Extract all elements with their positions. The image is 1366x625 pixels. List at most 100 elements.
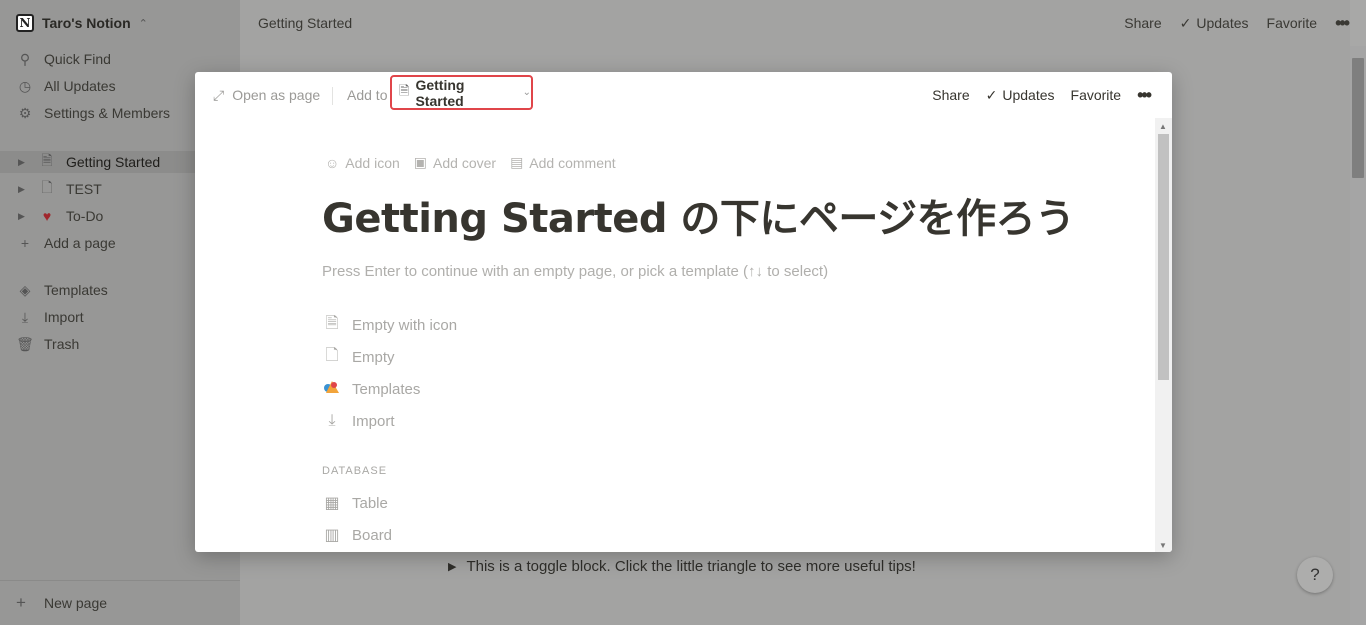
sidebar-item-all-updates[interactable]: ◷ All Updates: [16, 75, 116, 97]
toggle-block[interactable]: ▶ This is a toggle block. Click the litt…: [448, 558, 916, 575]
check-icon: ✓: [985, 86, 998, 103]
expand-triangle-icon[interactable]: ▶: [18, 157, 32, 168]
option-label: Empty: [352, 348, 395, 366]
more-icon[interactable]: •••: [1335, 13, 1350, 34]
toggle-text: This is a toggle block. Click the little…: [466, 558, 916, 575]
sidebar-item-quick-find[interactable]: ⚲ Quick Find: [16, 48, 111, 70]
option-import[interactable]: ⤓ Import: [322, 409, 395, 433]
help-button[interactable]: ?: [1297, 557, 1333, 593]
topbar-actions: Share ✓ Updates Favorite •••: [1124, 12, 1350, 34]
option-label: Templates: [352, 380, 421, 398]
sidebar-page-test[interactable]: ▶ 🗋 TEST: [18, 178, 102, 200]
scrollbar-thumb[interactable]: [1158, 134, 1169, 380]
page-meta-actions: ☺ Add icon ▣ Add cover ▤ Add comment: [325, 154, 616, 171]
clock-icon: ◷: [18, 77, 32, 94]
open-as-page-button[interactable]: ⤢ Open as page: [213, 84, 320, 106]
sidebar-page-todo[interactable]: ▶ ♥ To-Do: [18, 205, 103, 227]
sidebar-item-label: Add a page: [44, 235, 116, 251]
search-icon: ⚲: [19, 50, 31, 67]
add-icon-label: Add icon: [345, 154, 400, 171]
sidebar-item-label: All Updates: [44, 78, 116, 94]
template-hint: Press Enter to continue with an empty pa…: [322, 263, 829, 280]
scroll-up-icon[interactable]: ▲: [1159, 122, 1167, 131]
document-icon: 🗎: [41, 152, 53, 168]
option-label: Board: [352, 526, 393, 544]
notion-logo-icon: N: [16, 14, 34, 32]
modal-actions: Share ✓ Updates Favorite •••: [932, 84, 1152, 106]
modal-scrollbar[interactable]: ▲ ▼: [1155, 118, 1172, 552]
expand-triangle-icon[interactable]: ▶: [18, 184, 32, 195]
sidebar-item-templates[interactable]: ◈ Templates: [16, 279, 108, 301]
comment-icon: ▤: [510, 154, 524, 170]
option-table[interactable]: ▦ Table: [322, 491, 388, 515]
expand-triangle-icon[interactable]: ▶: [18, 211, 32, 222]
document-icon: 🗎: [399, 82, 410, 98]
modal-favorite-button[interactable]: Favorite: [1071, 87, 1122, 103]
updates-button[interactable]: ✓ Updates: [1180, 15, 1249, 32]
sidebar-item-label: Import: [44, 309, 84, 325]
option-templates[interactable]: Templates: [322, 377, 420, 401]
add-comment-label: Add comment: [529, 154, 616, 171]
breadcrumb[interactable]: Getting Started: [258, 12, 352, 34]
new-page-label: New page: [44, 595, 108, 611]
sidebar-item-label: Getting Started: [66, 154, 161, 170]
modal-body: ☺ Add icon ▣ Add cover ▤ Add comment Get…: [195, 118, 1155, 552]
more-icon[interactable]: •••: [1137, 85, 1152, 106]
modal-updates-button[interactable]: ✓ Updates: [986, 87, 1055, 104]
add-comment-button[interactable]: ▤ Add comment: [510, 154, 616, 171]
add-page-button[interactable]: + Add a page: [16, 232, 116, 254]
favorite-button[interactable]: Favorite: [1267, 15, 1318, 31]
add-icon-button[interactable]: ☺ Add icon: [325, 154, 400, 171]
document-icon: 🗎: [325, 314, 339, 332]
sidebar-item-label: Trash: [44, 336, 80, 352]
expand-arrows-icon: ⤢: [213, 86, 225, 103]
page-scrollbar[interactable]: [1350, 46, 1366, 625]
download-icon: ⤓: [21, 308, 29, 325]
sidebar-item-settings[interactable]: ⚙ Settings & Members: [16, 102, 170, 124]
open-as-page-label: Open as page: [232, 87, 321, 103]
ribbon-icon: ♥: [42, 208, 52, 224]
sidebar-item-label: Settings & Members: [44, 105, 171, 121]
scrollbar-thumb[interactable]: [1352, 58, 1364, 178]
templates-icon: [322, 380, 342, 399]
page-icon: 🗋: [325, 346, 339, 364]
plus-icon: +: [16, 593, 26, 612]
sidebar-item-trash[interactable]: 🗑 Trash: [16, 333, 79, 355]
page-icon: 🗋: [41, 179, 53, 195]
new-page-modal: ⤢ Open as page Add to 🗎 Getting Started …: [195, 72, 1172, 552]
templates-icon: ◈: [19, 281, 31, 298]
plus-icon: +: [20, 235, 30, 251]
toggle-triangle-icon[interactable]: ▶: [448, 560, 456, 573]
add-cover-button[interactable]: ▣ Add cover: [414, 154, 496, 171]
option-empty-with-icon[interactable]: 🗎 Empty with icon: [322, 313, 457, 337]
templates-shape: [324, 380, 339, 393]
divider: [332, 87, 333, 105]
page-title[interactable]: Getting Started の下にページを作ろう: [322, 186, 1075, 244]
trash-icon: 🗑: [16, 335, 34, 352]
option-board[interactable]: ▥ Board: [322, 523, 392, 547]
target-page-label: Getting Started: [415, 76, 465, 109]
breadcrumb-item[interactable]: Getting Started: [258, 15, 352, 31]
modal-header: ⤢ Open as page Add to 🗎 Getting Started …: [195, 72, 1172, 118]
option-label: Empty with icon: [352, 316, 458, 334]
new-page-button[interactable]: + New page: [0, 580, 240, 625]
database-section-label: DATABASE: [322, 465, 388, 477]
sidebar-item-import[interactable]: ⤓ Import: [16, 306, 84, 328]
scroll-down-icon[interactable]: ▼: [1159, 541, 1167, 550]
workspace-name: Taro's Notion: [42, 15, 131, 31]
option-label: Import: [352, 412, 395, 430]
option-empty[interactable]: 🗋 Empty: [322, 345, 395, 369]
option-label: Table: [352, 494, 388, 512]
workspace-switcher[interactable]: N Taro's Notion ⌃: [16, 12, 148, 34]
image-icon: ▣: [413, 154, 428, 170]
chevron-updown-icon: ⌃: [138, 17, 148, 30]
modal-share-button[interactable]: Share: [932, 87, 969, 103]
target-page-selector[interactable]: 🗎 Getting Started ⌄: [390, 75, 533, 110]
sidebar-item-label: Templates: [44, 282, 108, 298]
add-cover-label: Add cover: [433, 154, 497, 171]
add-to-label: Add to: [347, 87, 388, 103]
board-icon: ▥: [324, 527, 340, 544]
share-button[interactable]: Share: [1124, 15, 1161, 31]
download-icon: ⤓: [328, 412, 336, 429]
table-icon: ▦: [324, 495, 340, 512]
